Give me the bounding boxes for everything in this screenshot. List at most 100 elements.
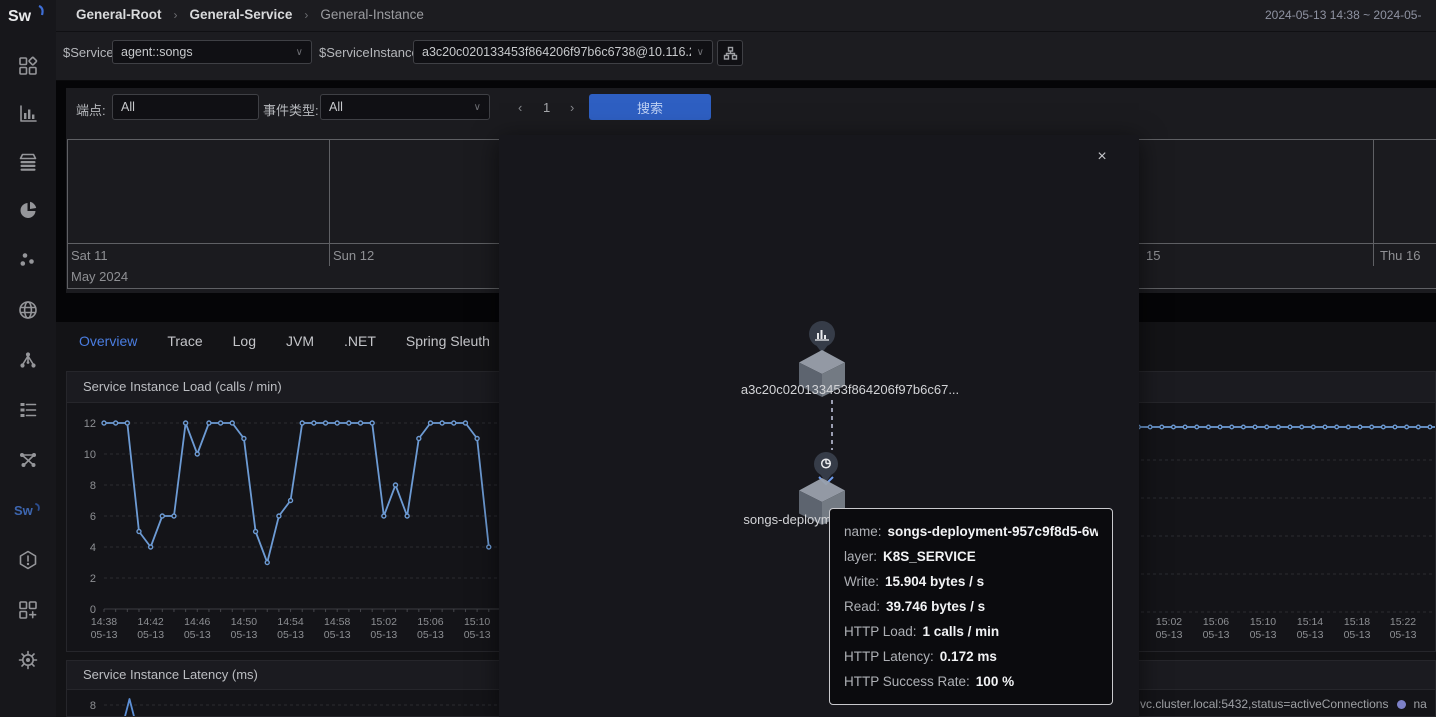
sidebar-item-service-mesh[interactable] (0, 443, 56, 477)
chevron-down-icon: ∨ (697, 47, 704, 58)
breadcrumb-separator: › (174, 8, 178, 22)
sidebar-item-sampling[interactable] (0, 243, 56, 277)
tooltip-value: K8S_SERVICE (883, 549, 976, 564)
timeline-day-label: Sat 11 (71, 248, 108, 263)
svg-text:14:54: 14:54 (277, 616, 303, 628)
sidebar-item-trace-list[interactable] (0, 393, 56, 427)
dashboard-tabs: Overview Trace Log JVM .NET Spring Sleuth (79, 333, 490, 349)
dashboard-icon (17, 55, 39, 77)
tab-trace[interactable]: Trace (167, 333, 202, 349)
gear-icon (17, 649, 39, 671)
svg-text:8: 8 (90, 480, 96, 492)
tooltip-row: name:songs-deployment-957c9f8d5-6wz26 (844, 519, 1098, 544)
svg-text:4: 4 (90, 542, 96, 554)
svg-text:15:02: 15:02 (371, 616, 397, 628)
endpoint-filter-label: 端点: (76, 100, 106, 119)
instance-topology-dialog: × a3c20c020133453f864206f97b6c67... song… (499, 135, 1139, 717)
service-selector[interactable]: agent::songs ∨ (112, 40, 312, 64)
sidebar-item-browser[interactable] (0, 293, 56, 327)
timeline-month-label: May 2024 (71, 269, 128, 284)
tab--net[interactable]: .NET (344, 333, 376, 349)
svg-text:15:10: 15:10 (464, 616, 490, 628)
chevron-down-icon: ∨ (474, 102, 481, 113)
instance-selector-value: a3c20c020133453f864206f97b6c6738@10.116.… (422, 45, 691, 59)
sidebar-item-database[interactable] (0, 145, 56, 179)
top-bar-divider (56, 31, 1436, 32)
svg-text:15:22: 15:22 (1390, 616, 1416, 628)
timeline-day-label: Thu 16 (1380, 248, 1420, 263)
tooltip-value: 100 % (976, 674, 1014, 689)
node-tooltip: name:songs-deployment-957c9f8d5-6wz26 lay… (829, 508, 1113, 705)
event-type-select[interactable]: All ∨ (320, 94, 490, 120)
timeline-day-separator (329, 140, 330, 266)
svg-text:Sw: Sw (14, 503, 34, 518)
svg-text:05-13: 05-13 (91, 629, 118, 641)
time-range-display[interactable]: 2024-05-13 14:38 ~ 2024-05- (1265, 8, 1421, 22)
svg-text:05-13: 05-13 (417, 629, 444, 641)
sidebar-item-dashboards[interactable] (0, 49, 56, 83)
instance-node-badge (809, 321, 835, 353)
timeline-day-label: Sun 12 (333, 248, 374, 263)
tooltip-label: Write: (844, 574, 879, 589)
tooltip-value: 1 calls / min (923, 624, 1000, 639)
instance-selector[interactable]: a3c20c020133453f864206f97b6c6738@10.116.… (413, 40, 713, 64)
tab-log[interactable]: Log (233, 333, 256, 349)
sidebar-item-new-dashboard[interactable] (0, 593, 56, 627)
svg-text:14:46: 14:46 (184, 616, 210, 628)
breadcrumb-item[interactable]: General-Instance (320, 7, 424, 22)
topology-node-label: a3c20c020133453f864206f97b6c67... (741, 382, 959, 397)
sidebar-item-topology[interactable] (0, 343, 56, 377)
svg-text:14:50: 14:50 (231, 616, 257, 628)
breadcrumb-item[interactable]: General-Service (190, 7, 293, 22)
skywalking-logo[interactable]: Sw (6, 2, 50, 35)
hierarchy-icon (723, 46, 738, 61)
service-node-badge (814, 452, 838, 482)
sidebar-item-alerting[interactable] (0, 543, 56, 577)
svg-text:15:14: 15:14 (1297, 616, 1323, 628)
svg-text:6: 6 (90, 511, 96, 523)
sidebar-item-settings[interactable] (0, 643, 56, 677)
svg-text:05-13: 05-13 (370, 629, 397, 641)
search-button[interactable]: 搜索 (589, 94, 711, 120)
sidebar-item-skywalking[interactable]: Sw (0, 493, 56, 527)
tab-spring-sleuth[interactable]: Spring Sleuth (406, 333, 490, 349)
svg-text:14:58: 14:58 (324, 616, 350, 628)
svg-text:05-13: 05-13 (1156, 629, 1183, 641)
breadcrumb-separator: › (304, 8, 308, 22)
sidebar-item-infrastructure[interactable] (0, 193, 56, 227)
layers-icon (17, 151, 39, 173)
svg-text:05-13: 05-13 (464, 629, 491, 641)
globe-icon (17, 299, 39, 321)
tooltip-row: Write:15.904 bytes / s (844, 569, 1098, 594)
svg-text:14:38: 14:38 (91, 616, 117, 628)
tooltip-row: Read:39.746 bytes / s (844, 594, 1098, 619)
svg-text:15:02: 15:02 (1156, 616, 1182, 628)
page-number[interactable]: 1 (543, 100, 550, 115)
breadcrumb-item[interactable]: General-Root (76, 7, 162, 22)
svg-text:05-13: 05-13 (1344, 629, 1371, 641)
alert-hexagon-icon (17, 549, 39, 571)
event-type-select-value: All (329, 100, 468, 114)
endpoint-filter-input[interactable] (112, 94, 259, 120)
tab-jvm[interactable]: JVM (286, 333, 314, 349)
mesh-icon (17, 449, 39, 471)
instance-topology-button[interactable] (717, 40, 743, 66)
svg-text:05-13: 05-13 (1250, 629, 1277, 641)
instance-selector-label: $ServiceInstance (319, 45, 419, 60)
svg-text:14:42: 14:42 (137, 616, 163, 628)
svg-text:05-13: 05-13 (1297, 629, 1324, 641)
sidebar-item-metrics[interactable] (0, 97, 56, 131)
svg-text:8: 8 (90, 700, 96, 712)
svg-text:0: 0 (90, 604, 96, 616)
logo-text: Sw (8, 8, 32, 25)
service-selector-value: agent::songs (121, 45, 290, 59)
next-page-button[interactable]: › (570, 100, 574, 115)
tooltip-label: layer: (844, 549, 877, 564)
tooltip-row: HTTP Latency:0.172 ms (844, 644, 1098, 669)
scatter-plot-icon (17, 249, 39, 271)
svg-text:15:06: 15:06 (417, 616, 443, 628)
prev-page-button[interactable]: ‹ (518, 100, 522, 115)
tooltip-value: 39.746 bytes / s (886, 599, 985, 614)
tab-overview[interactable]: Overview (79, 333, 137, 349)
timeline-day-separator (1373, 140, 1374, 266)
